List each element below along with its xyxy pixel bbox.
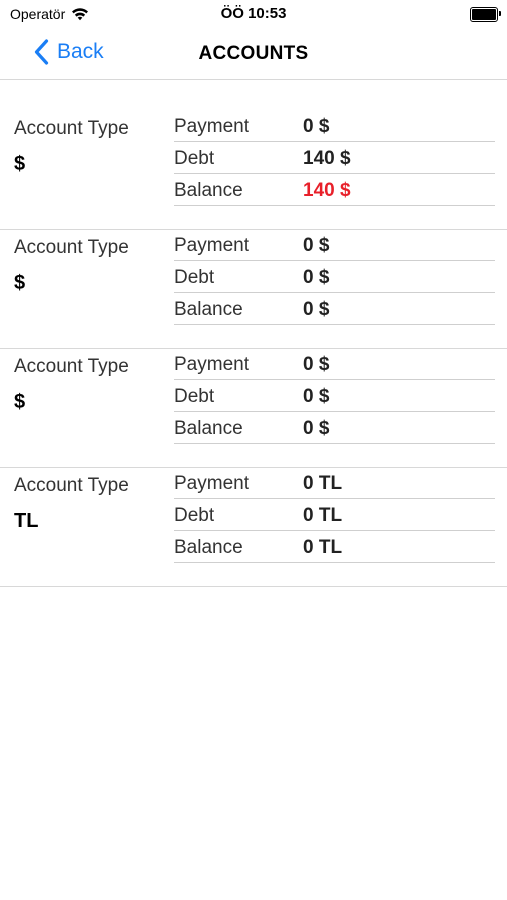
debt-value: 0 $: [303, 267, 330, 288]
payment-row: Payment 0 $: [174, 349, 495, 380]
payment-value: 0 TL: [303, 473, 343, 494]
account-card: Account Type TL Payment 0 TL Debt 0 TL B…: [0, 468, 507, 587]
account-currency: $: [14, 391, 26, 413]
balance-label: Balance: [174, 299, 243, 320]
debt-label: Debt: [174, 505, 215, 526]
page-title: ACCOUNTS: [198, 43, 309, 64]
account-type-label: Account Type: [14, 475, 129, 496]
balance-row: Balance 0 $: [174, 294, 495, 325]
payment-label: Payment: [174, 354, 249, 375]
balance-value: 0 TL: [303, 537, 343, 558]
status-time: ÖÖ 10:53: [220, 5, 287, 22]
payment-label: Payment: [174, 473, 249, 494]
battery-icon: [470, 7, 501, 22]
debt-value: 140 $: [303, 148, 351, 169]
account-rows: Payment 0 $ Debt 0 $ Balance 0 $: [174, 349, 495, 445]
balance-value: 0 $: [303, 418, 330, 439]
account-currency: $: [14, 153, 26, 175]
account-currency: $: [14, 272, 26, 294]
debt-value: 0 TL: [303, 505, 343, 526]
balance-value: 140 $: [303, 180, 351, 201]
status-bar: Operatör ÖÖ 10:53: [0, 0, 507, 30]
payment-row: Payment 0 $: [174, 230, 495, 261]
payment-label: Payment: [174, 116, 249, 137]
balance-row: Balance 0 TL: [174, 532, 495, 563]
account-rows: Payment 0 TL Debt 0 TL Balance 0 TL: [174, 468, 495, 564]
account-type-label: Account Type: [14, 118, 129, 139]
account-card: Account Type $ Payment 0 $ Debt 0 $ Bala…: [0, 349, 507, 468]
payment-label: Payment: [174, 235, 249, 256]
payment-value: 0 $: [303, 354, 330, 375]
account-card: Account Type $ Payment 0 $ Debt 0 $ Bala…: [0, 230, 507, 349]
debt-label: Debt: [174, 267, 215, 288]
account-currency: TL: [14, 510, 39, 532]
balance-value: 0 $: [303, 299, 330, 320]
payment-row: Payment 0 $: [174, 111, 495, 142]
account-type-label: Account Type: [14, 237, 129, 258]
balance-label: Balance: [174, 537, 243, 558]
debt-row: Debt 0 $: [174, 381, 495, 412]
payment-value: 0 $: [303, 235, 330, 256]
account-rows: Payment 0 $ Debt 0 $ Balance 0 $: [174, 230, 495, 326]
payment-row: Payment 0 TL: [174, 468, 495, 499]
debt-row: Debt 0 $: [174, 262, 495, 293]
balance-label: Balance: [174, 418, 243, 439]
debt-label: Debt: [174, 148, 215, 169]
debt-value: 0 $: [303, 386, 330, 407]
debt-label: Debt: [174, 386, 215, 407]
balance-row: Balance 0 $: [174, 413, 495, 444]
debt-row: Debt 0 TL: [174, 500, 495, 531]
account-rows: Payment 0 $ Debt 140 $ Balance 140 $: [174, 111, 495, 207]
balance-row: Balance 140 $: [174, 175, 495, 206]
accounts-list: Account Type $ Payment 0 $ Debt 140 $ Ba…: [0, 111, 507, 587]
payment-value: 0 $: [303, 116, 330, 137]
account-card: Account Type $ Payment 0 $ Debt 140 $ Ba…: [0, 111, 507, 230]
debt-row: Debt 140 $: [174, 143, 495, 174]
account-type-label: Account Type: [14, 356, 129, 377]
balance-label: Balance: [174, 180, 243, 201]
navigation-bar: Back ACCOUNTS: [0, 30, 507, 80]
